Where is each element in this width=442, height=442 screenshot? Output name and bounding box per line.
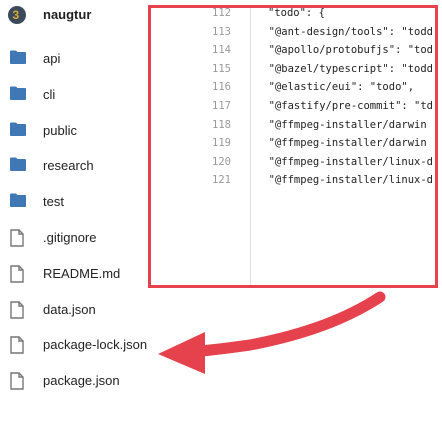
annotation-arrow <box>158 291 386 374</box>
screen: 3 naugtur api cli public research test .gitig… <box>0 0 442 442</box>
